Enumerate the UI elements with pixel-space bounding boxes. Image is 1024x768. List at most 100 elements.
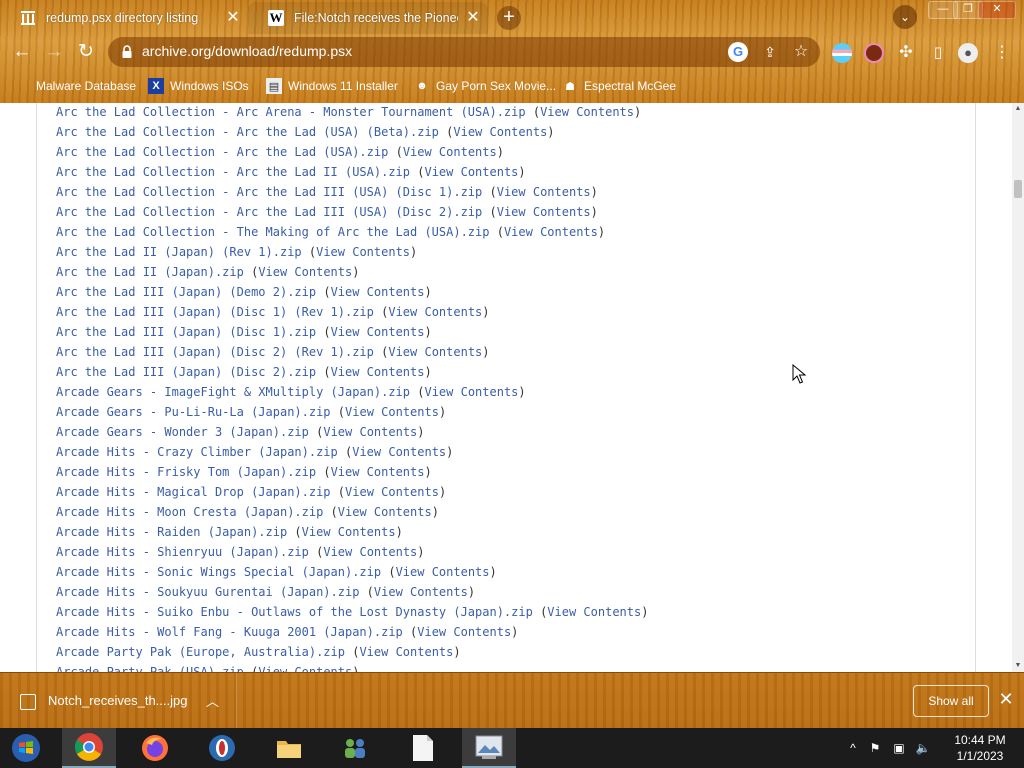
view-contents-link[interactable]: View Contents	[338, 505, 432, 519]
tab-close-icon[interactable]: ✕	[224, 9, 242, 27]
file-link[interactable]: Arcade Gears - ImageFight & XMultiply (J…	[56, 385, 410, 399]
file-link[interactable]: Arc the Lad III (Japan) (Disc 2) (Rev 1)…	[56, 345, 374, 359]
scroll-up-arrow-icon[interactable]: ▲	[1012, 103, 1024, 115]
file-link[interactable]: Arc the Lad Collection - Arc the Lad (US…	[56, 145, 388, 159]
file-link[interactable]: Arcade Hits - Sonic Wings Special (Japan…	[56, 565, 381, 579]
view-contents-link[interactable]: View Contents	[331, 465, 425, 479]
file-link[interactable]: Arc the Lad Collection - The Making of A…	[56, 225, 489, 239]
flag-icon[interactable]: ⚑	[867, 740, 883, 756]
volume-icon[interactable]: 🔈	[915, 740, 931, 756]
view-contents-link[interactable]: View Contents	[424, 165, 518, 179]
url-text[interactable]: archive.org/download/redump.psx	[142, 43, 352, 59]
address-bar[interactable]: archive.org/download/redump.psx G ⇪ ☆	[108, 37, 820, 67]
file-link[interactable]: Arc the Lad II (Japan).zip	[56, 265, 244, 279]
bookmark-espectral-mcgee[interactable]: ☗ Espectral McGee	[562, 76, 676, 96]
taskbar-image-viewer[interactable]	[462, 728, 516, 768]
file-link[interactable]: Arcade Hits - Suiko Enbu - Outlaws of th…	[56, 605, 533, 619]
bookmark-windows-isos[interactable]: X Windows ISOs	[148, 76, 249, 96]
view-contents-link[interactable]: View Contents	[323, 425, 417, 439]
view-contents-link[interactable]: View Contents	[331, 325, 425, 339]
view-contents-link[interactable]: View Contents	[258, 665, 352, 672]
profile-icon[interactable]: ●	[958, 43, 978, 63]
view-contents-link[interactable]: View Contents	[540, 105, 634, 119]
clock[interactable]: 10:44 PM 1/1/2023	[940, 732, 1020, 764]
view-contents-link[interactable]: View Contents	[345, 485, 439, 499]
view-contents-link[interactable]: View Contents	[302, 525, 396, 539]
lock-icon[interactable]	[120, 44, 134, 60]
window-close-button[interactable]: ✕	[978, 1, 1016, 19]
view-contents-link[interactable]: View Contents	[497, 185, 591, 199]
close-icon[interactable]: ✕	[996, 689, 1016, 709]
file-link[interactable]: Arc the Lad III (Japan) (Disc 1) (Rev 1)…	[56, 305, 374, 319]
tab-notch-file[interactable]: W File:Notch receives the Pioneer A ✕	[248, 2, 488, 34]
scroll-thumb[interactable]	[1014, 180, 1022, 198]
view-contents-link[interactable]: View Contents	[331, 365, 425, 379]
taskbar-chrome[interactable]	[62, 728, 116, 768]
view-contents-link[interactable]: View Contents	[403, 145, 497, 159]
taskbar-firefox[interactable]	[128, 728, 182, 768]
view-contents-link[interactable]: View Contents	[374, 585, 468, 599]
file-link[interactable]: Arcade Gears - Pu-Li-Ru-La (Japan).zip	[56, 405, 331, 419]
view-contents-link[interactable]: View Contents	[547, 605, 641, 619]
start-button[interactable]	[0, 728, 52, 768]
view-contents-link[interactable]: View Contents	[504, 225, 598, 239]
tab-redump-listing[interactable]: redump.psx directory listing ✕	[0, 2, 248, 34]
file-link[interactable]: Arc the Lad III (Japan) (Disc 2).zip	[56, 365, 316, 379]
file-link[interactable]: Arcade Hits - Shienryuu (Japan).zip	[56, 545, 309, 559]
file-link[interactable]: Arcade Hits - Raiden (Japan).zip	[56, 525, 287, 539]
chevron-up-icon[interactable]: ^	[845, 740, 861, 756]
tab-search-button[interactable]: ⌄	[893, 5, 917, 29]
file-link[interactable]: Arc the Lad Collection - Arc the Lad (US…	[56, 125, 439, 139]
file-link[interactable]: Arc the Lad Collection - Arc the Lad III…	[56, 185, 482, 199]
chevron-up-icon[interactable]: ︿	[206, 691, 219, 710]
file-link[interactable]: Arc the Lad II (Japan) (Rev 1).zip	[56, 245, 302, 259]
back-arrow-icon[interactable]: ←	[8, 38, 36, 66]
view-contents-link[interactable]: View Contents	[352, 445, 446, 459]
bookmark-star-icon[interactable]: ☆	[791, 42, 811, 62]
show-all-button[interactable]: Show all	[913, 685, 989, 717]
new-tab-button[interactable]: +	[497, 6, 521, 30]
file-link[interactable]: Arcade Hits - Magical Drop (Japan).zip	[56, 485, 331, 499]
view-contents-link[interactable]: View Contents	[453, 125, 547, 139]
file-link[interactable]: Arcade Party Pak (USA).zip	[56, 665, 244, 672]
view-contents-link[interactable]: View Contents	[388, 345, 482, 359]
file-link[interactable]: Arcade Hits - Crazy Climber (Japan).zip	[56, 445, 338, 459]
file-link[interactable]: Arcade Hits - Frisky Tom (Japan).zip	[56, 465, 316, 479]
view-contents-link[interactable]: View Contents	[359, 645, 453, 659]
view-contents-link[interactable]: View Contents	[497, 205, 591, 219]
forward-arrow-icon[interactable]: →	[40, 38, 68, 66]
view-contents-link[interactable]: View Contents	[331, 285, 425, 299]
reload-icon[interactable]: ↻	[72, 38, 100, 66]
bookmark-movie-site[interactable]: ☻ Gay Porn Sex Movie...	[414, 76, 556, 96]
taskbar-opera-app[interactable]	[195, 728, 249, 768]
download-filename[interactable]: Notch_receives_th....jpg	[48, 693, 187, 708]
file-link[interactable]: Arc the Lad III (Japan) (Demo 2).zip	[56, 285, 316, 299]
view-contents-link[interactable]: View Contents	[258, 265, 352, 279]
bookmark-windows-11-installer[interactable]: ▤ Windows 11 Installer	[266, 76, 398, 96]
view-contents-link[interactable]: View Contents	[424, 385, 518, 399]
extensions-puzzle-icon[interactable]: ✣	[896, 43, 916, 63]
file-link[interactable]: Arc the Lad III (Japan) (Disc 1).zip	[56, 325, 316, 339]
extension-flag-icon[interactable]	[832, 43, 852, 63]
file-link[interactable]: Arc the Lad Collection - Arc the Lad III…	[56, 205, 482, 219]
scroll-down-arrow-icon[interactable]: ▼	[1012, 660, 1024, 672]
vertical-scrollbar[interactable]: ▲ ▼	[1012, 103, 1024, 672]
download-item[interactable]: Notch_receives_th....jpg ︿	[0, 673, 237, 729]
file-link[interactable]: Arcade Party Pak (Europe, Australia).zip	[56, 645, 345, 659]
file-link[interactable]: Arcade Hits - Soukyuu Gurentai (Japan).z…	[56, 585, 359, 599]
bookmark-malware-database[interactable]: Malware Database	[18, 76, 136, 96]
side-panel-icon[interactable]: ▯	[928, 43, 948, 63]
file-link[interactable]: Arcade Hits - Moon Cresta (Japan).zip	[56, 505, 323, 519]
file-link[interactable]: Arc the Lad Collection - Arc Arena - Mon…	[56, 105, 526, 119]
menu-dots-icon[interactable]: ⋮	[992, 43, 1012, 63]
extension-avatar-icon[interactable]	[864, 43, 884, 63]
taskbar-network-app[interactable]	[328, 728, 382, 768]
network-icon[interactable]: ▣	[891, 740, 907, 756]
view-contents-link[interactable]: View Contents	[316, 245, 410, 259]
view-contents-link[interactable]: View Contents	[323, 545, 417, 559]
file-link[interactable]: Arcade Gears - Wonder 3 (Japan).zip	[56, 425, 309, 439]
file-link[interactable]: Arcade Hits - Wolf Fang - Kuuga 2001 (Ja…	[56, 625, 403, 639]
google-lens-icon[interactable]: G	[728, 42, 748, 62]
view-contents-link[interactable]: View Contents	[388, 305, 482, 319]
taskbar-file-explorer[interactable]	[262, 728, 316, 768]
